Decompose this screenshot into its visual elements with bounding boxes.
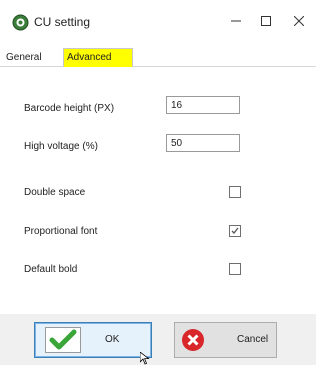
- tab-strip: General Advanced: [0, 48, 316, 67]
- cancel-label: Cancel: [237, 334, 269, 345]
- maximize-button[interactable]: [251, 8, 281, 34]
- checkmark-icon: [231, 227, 239, 234]
- window-title: CU setting: [34, 15, 91, 29]
- minimize-button[interactable]: [221, 8, 251, 34]
- double-space-label: Double space: [24, 187, 86, 198]
- high-voltage-input[interactable]: [166, 134, 240, 152]
- mouse-cursor-icon: [139, 351, 150, 370]
- app-icon: [12, 14, 29, 31]
- proportional-font-label: Proportional font: [24, 226, 98, 237]
- cancel-button[interactable]: Cancel: [174, 322, 277, 358]
- close-button[interactable]: [284, 8, 314, 34]
- green-check-icon: [45, 327, 81, 356]
- high-voltage-label: High voltage (%): [24, 141, 98, 152]
- advanced-panel: Barcode height (PX) High voltage (%) Dou…: [8, 67, 308, 307]
- default-bold-checkbox[interactable]: [229, 263, 241, 275]
- barcode-height-input[interactable]: [166, 96, 240, 114]
- default-bold-label: Default bold: [24, 264, 78, 275]
- close-icon: [294, 16, 304, 26]
- barcode-height-label: Barcode height (PX): [24, 103, 115, 114]
- dialog-footer: OK Cancel: [0, 314, 316, 365]
- proportional-font-checkbox[interactable]: [229, 225, 241, 237]
- red-x-icon: [181, 328, 205, 355]
- ok-label: OK: [105, 334, 120, 345]
- double-space-checkbox[interactable]: [229, 186, 241, 198]
- title-bar: CU setting: [0, 0, 316, 44]
- tab-advanced[interactable]: Advanced: [63, 48, 133, 67]
- minimize-icon: [231, 20, 241, 22]
- ok-button[interactable]: OK: [34, 322, 152, 358]
- maximize-icon: [261, 16, 271, 26]
- tab-general[interactable]: General: [3, 50, 61, 66]
